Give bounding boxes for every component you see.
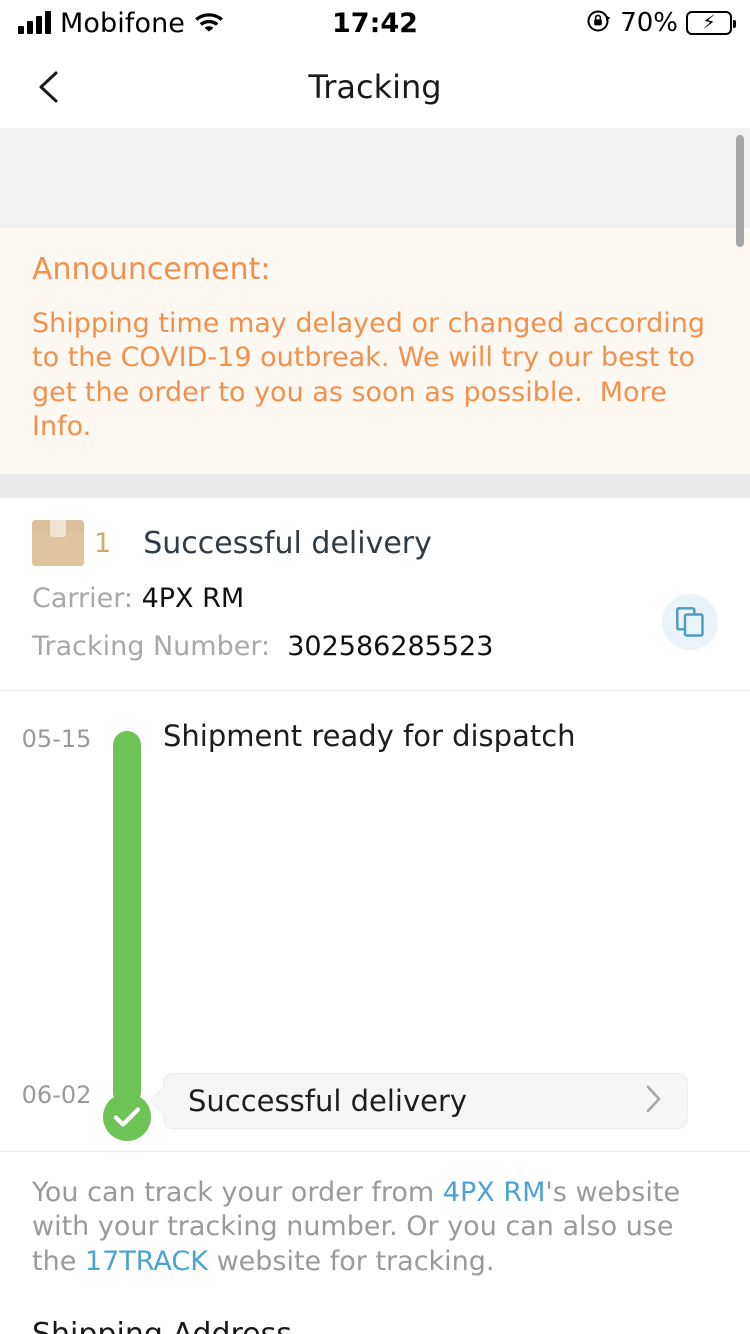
wifi-icon <box>194 10 224 36</box>
tracking-help-note: You can track your order from 4PX RM's w… <box>0 1152 750 1289</box>
shipping-address-heading: Shipping Address <box>0 1289 750 1334</box>
seventeen-track-link[interactable]: 17TRACK <box>85 1246 208 1277</box>
announcement-title: Announcement: <box>32 252 271 287</box>
package-box-icon <box>32 520 84 567</box>
carrier-name: Mobifone <box>60 7 186 39</box>
vertical-scrollbar[interactable] <box>736 135 744 247</box>
tracking-timeline: 05-15 Shipment ready for dispatch 06-02 … <box>0 691 750 1153</box>
timeline-card-text: Successful delivery <box>188 1084 468 1119</box>
check-icon <box>103 1093 151 1142</box>
gray-placeholder-block <box>0 128 750 228</box>
tracking-number-label: Tracking Number: <box>32 631 271 663</box>
package-header: 1 Successful delivery <box>32 520 718 567</box>
timeline-event-date: 06-02 <box>21 1081 92 1110</box>
note-part-1: You can track your order from <box>32 1177 443 1209</box>
page-title: Tracking <box>308 68 442 106</box>
carrier-row: Carrier: 4PX RM <box>32 583 718 614</box>
section-divider <box>0 474 750 499</box>
timeline-event-text: Shipment ready for dispatch <box>163 719 576 754</box>
status-bar-right: 70% ⚡ <box>586 8 736 38</box>
battery-icon: ⚡ <box>686 11 736 35</box>
carrier-value: 4PX RM <box>141 583 245 615</box>
package-count: 1 <box>94 527 112 559</box>
package-status: Successful delivery <box>143 525 432 561</box>
carrier-label: Carrier: <box>32 583 133 615</box>
announcement-banner: Announcement: Shipping time may delayed … <box>0 228 750 475</box>
tracking-number-value: 302586285523 <box>287 631 494 663</box>
timeline-event-first: 05-15 Shipment ready for dispatch <box>0 719 750 767</box>
tracking-row: Tracking Number: 302586285523 <box>32 631 718 662</box>
back-button[interactable] <box>30 59 86 115</box>
chevron-right-icon <box>645 1084 663 1118</box>
carrier-website-link[interactable]: 4PX RM <box>443 1177 546 1208</box>
tracking-screen: Mobifone 17:42 70% ⚡ Tracking Announceme… <box>0 0 750 1334</box>
timeline-event-date: 05-15 <box>21 725 92 754</box>
timeline-progress-bar <box>113 731 141 1107</box>
status-bar: Mobifone 17:42 70% ⚡ <box>0 0 750 46</box>
timeline-event-card[interactable]: Successful delivery <box>163 1073 688 1130</box>
copy-icon <box>676 607 704 637</box>
note-part-3: website for tracking. <box>207 1245 495 1277</box>
announcement-body: Shipping time may delayed or changed acc… <box>32 307 718 444</box>
charging-bolt-icon: ⚡ <box>702 11 716 34</box>
status-bar-left: Mobifone <box>18 8 224 39</box>
package-section: 1 Successful delivery Carrier: 4PX RM Tr… <box>0 498 750 692</box>
rotation-lock-icon <box>586 8 612 38</box>
cellular-signal-icon <box>18 11 51 34</box>
nav-bar: Tracking <box>0 46 750 128</box>
arrow-left-icon <box>39 71 58 103</box>
copy-tracking-number-button[interactable] <box>662 594 718 651</box>
battery-percent: 70% <box>620 8 678 38</box>
